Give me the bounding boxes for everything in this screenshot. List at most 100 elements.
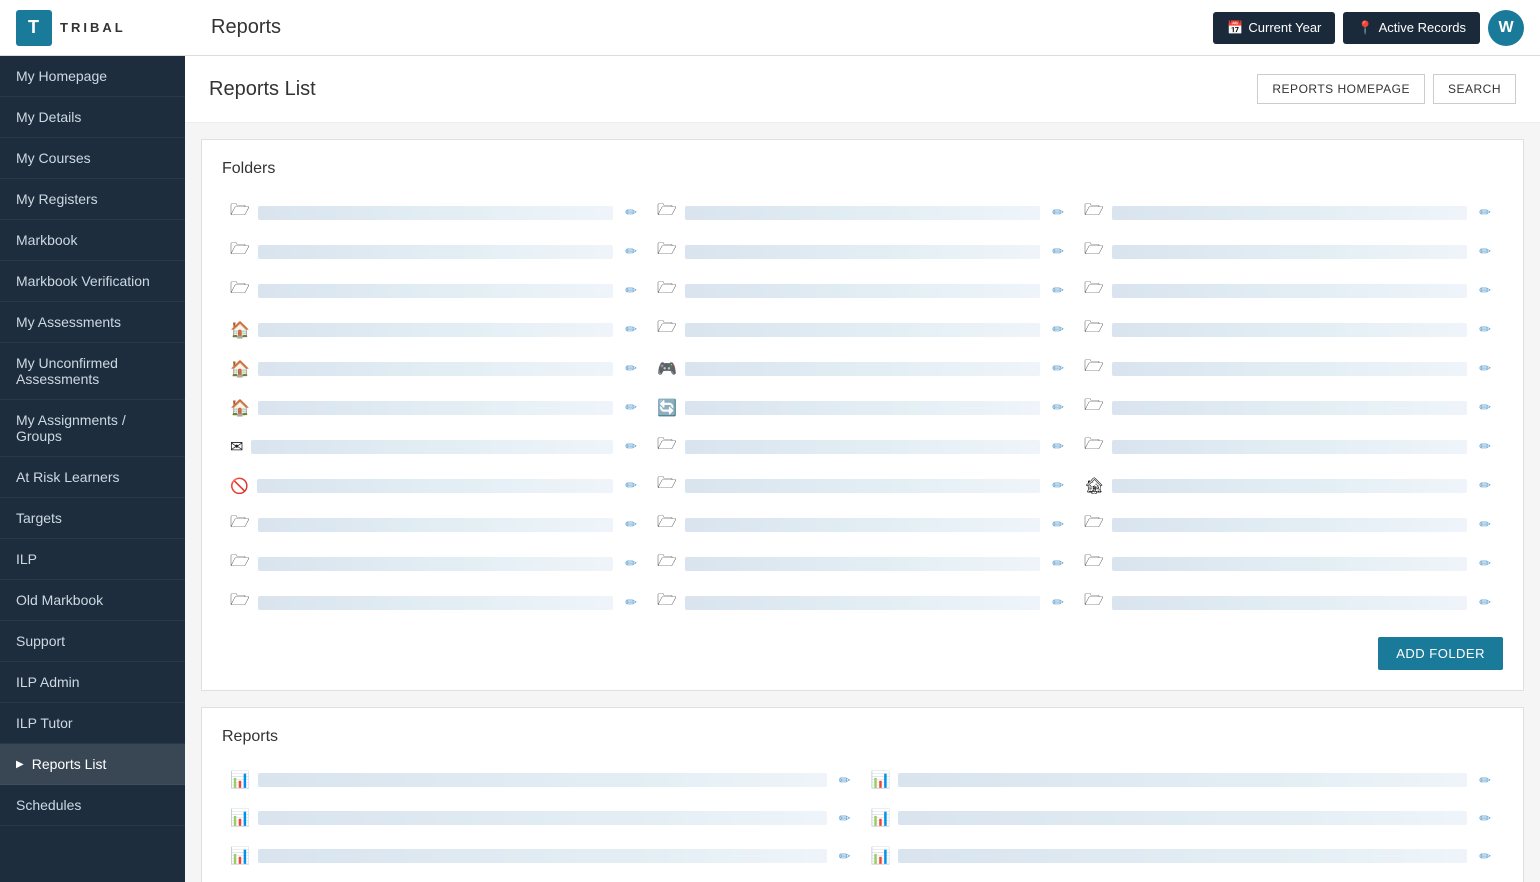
edit-icon[interactable]: ✏: [621, 397, 641, 418]
folder-cell: 🗁 ✏: [222, 272, 649, 309]
chart-bar-icon: 📊: [871, 846, 891, 866]
sidebar-item-markbook[interactable]: Markbook: [0, 220, 185, 261]
search-button[interactable]: SEARCH: [1433, 74, 1516, 104]
edit-icon[interactable]: ✏: [1475, 808, 1495, 829]
reports-grid: 📊 ✏ 📊 ✏ 📊 ✏ 📊 ✏: [222, 762, 1503, 882]
edit-icon[interactable]: ✏: [1475, 280, 1495, 301]
sidebar-item-support[interactable]: Support: [0, 621, 185, 662]
flood-icon: 🏚: [1084, 476, 1104, 496]
edit-icon[interactable]: ✏: [835, 808, 855, 829]
edit-icon[interactable]: ✏: [1048, 202, 1068, 223]
edit-icon[interactable]: ✏: [1475, 770, 1495, 791]
folder-cell: 🗁 ✏: [649, 311, 1076, 348]
edit-icon[interactable]: ✏: [835, 846, 855, 867]
folder-cell: ✉ ✏: [222, 428, 649, 465]
edit-icon[interactable]: ✏: [621, 280, 641, 301]
edit-icon[interactable]: ✏: [835, 770, 855, 791]
edit-icon[interactable]: ✏: [1048, 553, 1068, 574]
edit-icon[interactable]: ✏: [1475, 475, 1495, 496]
sidebar-item-reports-list[interactable]: ▶ Reports List: [0, 744, 185, 785]
edit-icon[interactable]: ✏: [1475, 553, 1495, 574]
edit-icon[interactable]: ✏: [1475, 319, 1495, 340]
report-name-blurred: [258, 811, 827, 825]
sidebar-item-old-markbook[interactable]: Old Markbook: [0, 580, 185, 621]
folder-cell: 🗁 ✏: [222, 194, 649, 231]
folder-cell: 🗁 ✏: [649, 233, 1076, 270]
folder-cell: 🗁 ✏: [649, 506, 1076, 543]
sidebar-item-ilp[interactable]: ILP: [0, 539, 185, 580]
folder-icon: 🗁: [1084, 199, 1104, 226]
sidebar-item-my-assessments[interactable]: My Assessments: [0, 302, 185, 343]
edit-icon[interactable]: ✏: [1048, 514, 1068, 535]
folder-icon: 🗁: [1084, 277, 1104, 304]
sidebar-item-targets[interactable]: Targets: [0, 498, 185, 539]
add-folder-button[interactable]: ADD FOLDER: [1378, 637, 1503, 670]
edit-icon[interactable]: ✏: [621, 514, 641, 535]
sidebar-item-at-risk-learners[interactable]: At Risk Learners: [0, 457, 185, 498]
edit-icon[interactable]: ✏: [1475, 241, 1495, 262]
folder-cell: 🗁 ✏: [649, 428, 1076, 465]
sidebar-item-my-courses[interactable]: My Courses: [0, 138, 185, 179]
edit-icon[interactable]: ✏: [1048, 592, 1068, 613]
sidebar-item-markbook-verification[interactable]: Markbook Verification: [0, 261, 185, 302]
folder-icon: 🗁: [657, 238, 677, 265]
edit-icon[interactable]: ✏: [1475, 514, 1495, 535]
sidebar-item-ilp-tutor[interactable]: ILP Tutor: [0, 703, 185, 744]
sidebar-item-my-assignments-groups[interactable]: My Assignments / Groups: [0, 400, 185, 457]
folder-icon: 🗁: [230, 589, 250, 616]
folder-icon: 🗁: [1084, 316, 1104, 343]
folder-cell: 🗁 ✏: [649, 272, 1076, 309]
home-icon: 🏠: [230, 320, 250, 340]
edit-icon[interactable]: ✏: [1475, 436, 1495, 457]
edit-icon[interactable]: ✏: [1048, 280, 1068, 301]
report-cell: 📊 ✏: [222, 800, 863, 836]
folder-cell: 🏠 ✏: [222, 389, 649, 426]
sidebar-item-ilp-admin[interactable]: ILP Admin: [0, 662, 185, 703]
edit-icon[interactable]: ✏: [1475, 358, 1495, 379]
edit-icon[interactable]: ✏: [1048, 358, 1068, 379]
topbar: T TRIBAL Reports 📅 Current Year 📍 Active…: [0, 0, 1540, 56]
edit-icon[interactable]: ✏: [1475, 846, 1495, 867]
layout: My Homepage My Details My Courses My Reg…: [0, 56, 1540, 882]
reports-homepage-button[interactable]: REPORTS HOMEPAGE: [1257, 74, 1425, 104]
edit-icon[interactable]: ✏: [621, 436, 641, 457]
report-cell: 📊 ✏: [863, 876, 1504, 882]
edit-icon[interactable]: ✏: [621, 475, 641, 496]
report-name-blurred: [898, 811, 1467, 825]
logo-box: T: [16, 10, 52, 46]
active-records-button[interactable]: 📍 Active Records: [1343, 12, 1480, 44]
folder-name-blurred: [251, 440, 613, 454]
edit-icon[interactable]: ✏: [621, 592, 641, 613]
sidebar-item-schedules[interactable]: Schedules: [0, 785, 185, 826]
sidebar-item-my-homepage[interactable]: My Homepage: [0, 56, 185, 97]
sidebar-item-my-details[interactable]: My Details: [0, 97, 185, 138]
user-avatar[interactable]: W: [1488, 10, 1524, 46]
edit-icon[interactable]: ✏: [1475, 397, 1495, 418]
folder-cell: 🗁 ✏: [1076, 545, 1503, 582]
folder-name-blurred: [1112, 557, 1467, 571]
edit-icon[interactable]: ✏: [1048, 475, 1068, 496]
edit-icon[interactable]: ✏: [1048, 319, 1068, 340]
edit-icon[interactable]: ✏: [1475, 202, 1495, 223]
edit-icon[interactable]: ✏: [1048, 436, 1068, 457]
folder-name-blurred: [685, 557, 1040, 571]
sidebar-item-my-unconfirmed-assessments[interactable]: My Unconfirmed Assessments: [0, 343, 185, 400]
edit-icon[interactable]: ✏: [621, 553, 641, 574]
edit-icon[interactable]: ✏: [621, 202, 641, 223]
sidebar-item-my-registers[interactable]: My Registers: [0, 179, 185, 220]
edit-icon[interactable]: ✏: [621, 241, 641, 262]
edit-icon[interactable]: ✏: [1048, 397, 1068, 418]
chart-bar-icon: 📊: [871, 808, 891, 828]
edit-icon[interactable]: ✏: [1475, 592, 1495, 613]
folder-icon: 🗁: [1084, 355, 1104, 382]
edit-icon[interactable]: ✏: [1048, 241, 1068, 262]
edit-icon[interactable]: ✏: [621, 319, 641, 340]
folder-name-blurred: [685, 518, 1040, 532]
folder-name-blurred: [685, 440, 1040, 454]
folder-icon: 🗁: [1084, 394, 1104, 421]
report-cell: 📊 ✏: [863, 800, 1504, 836]
edit-icon[interactable]: ✏: [621, 358, 641, 379]
current-year-button[interactable]: 📅 Current Year: [1213, 12, 1335, 44]
folder-cell: 🗁 ✏: [222, 233, 649, 270]
folder-cell: 🏠 ✏: [222, 350, 649, 387]
